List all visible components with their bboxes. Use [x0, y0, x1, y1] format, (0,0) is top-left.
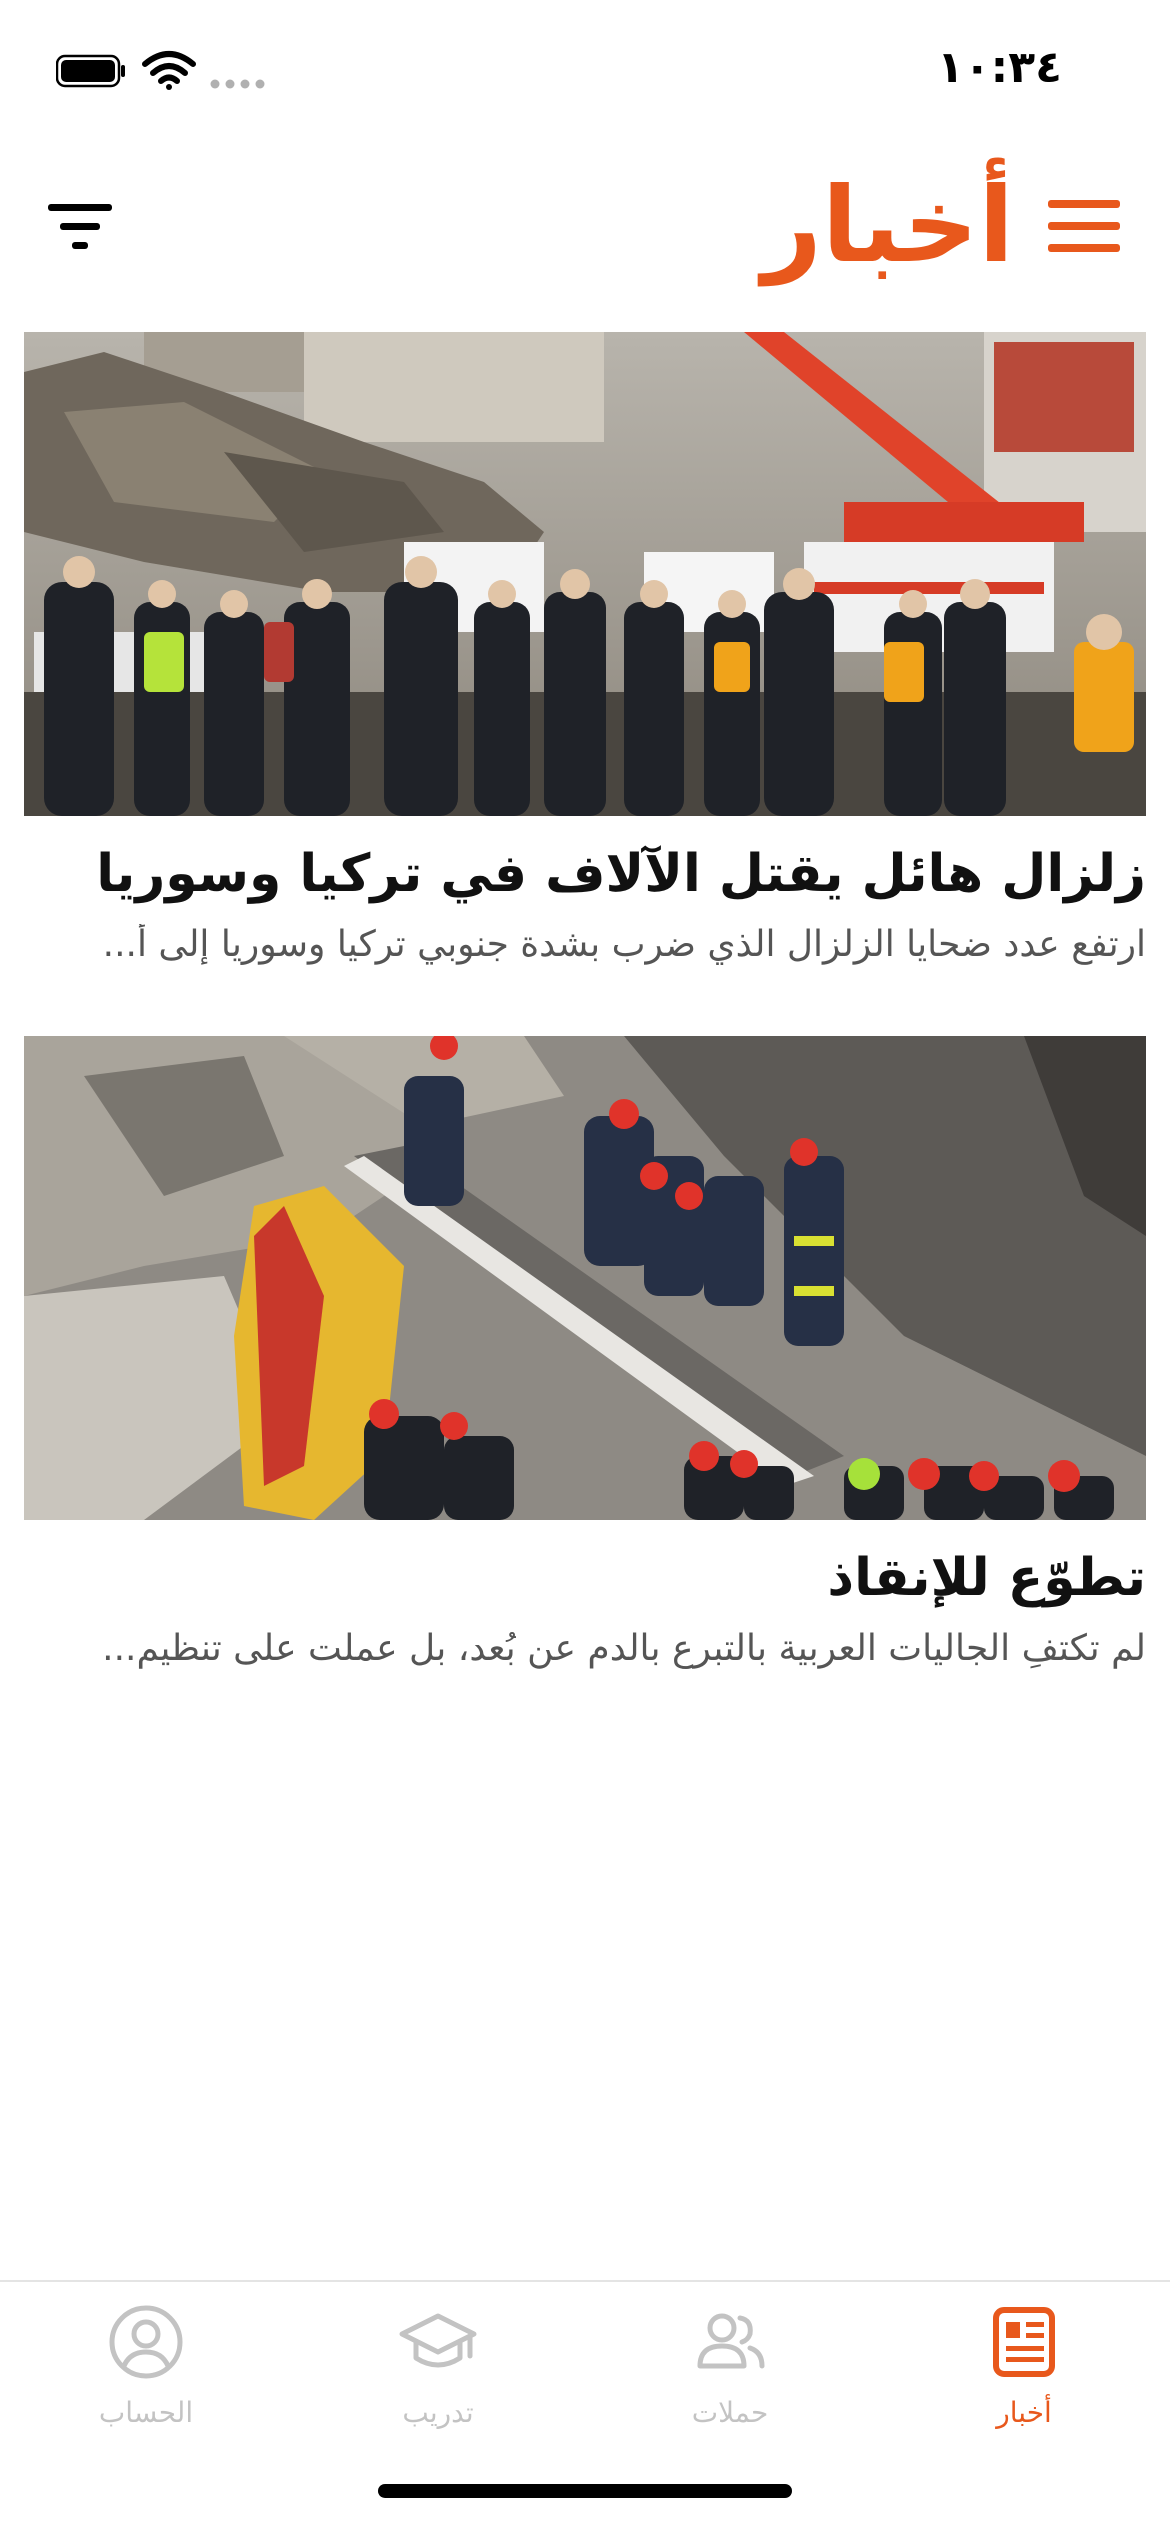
tab-campaigns[interactable]: حملات [630, 2302, 830, 2452]
earthquake-rescue-scene-photo [24, 332, 1146, 816]
rescuers-in-rubble-photo [24, 1036, 1146, 1520]
battery-icon [56, 54, 125, 88]
article-title[interactable]: تطوّع للإنقاذ [24, 1548, 1146, 1608]
newspaper-icon [993, 2307, 1055, 2377]
news-article-card[interactable]: زلزال هائل يقتل الآلاف في تركيا وسوريا ا… [24, 332, 1146, 992]
wifi-icon [142, 51, 196, 90]
tab-account[interactable]: الحساب [46, 2302, 246, 2452]
account-circle-icon [109, 2305, 183, 2379]
people-icon [697, 2313, 765, 2369]
page-title: أخبار [762, 164, 1014, 286]
filter-icon[interactable] [46, 202, 116, 252]
news-screen: ١٠:٣٤ أخبار زلزال هائل يقتل الآلاف في تر… [0, 0, 1170, 2532]
tab-label: تدريب [402, 2396, 474, 2429]
article-summary: لم تكتفِ الجاليات العربية بالتبرع بالدم … [102, 1628, 1146, 1669]
home-indicator[interactable] [378, 2484, 792, 2498]
article-title[interactable]: زلزال هائل يقتل الآلاف في تركيا وسوريا [24, 844, 1146, 904]
status-bar: ١٠:٣٤ [0, 0, 1170, 140]
tab-news[interactable]: أخبار [924, 2302, 1124, 2452]
tab-label: أخبار [996, 2396, 1052, 2429]
graduation-cap-icon [399, 2313, 477, 2368]
tab-label: حملات [691, 2396, 769, 2429]
app-header: أخبار [0, 150, 1170, 300]
tab-training[interactable]: تدريب [338, 2302, 538, 2452]
status-time: ١٠:٣٤ [936, 42, 1062, 93]
hamburger-menu-icon[interactable] [1046, 196, 1122, 256]
tab-label: الحساب [98, 2396, 194, 2429]
article-summary: ارتفع عدد ضحايا الزلزال الذي ضرب بشدة جن… [102, 924, 1146, 965]
news-article-card[interactable]: تطوّع للإنقاذ لم تكتفِ الجاليات العربية … [24, 1036, 1146, 1696]
cellular-signal-icon [210, 79, 265, 89]
